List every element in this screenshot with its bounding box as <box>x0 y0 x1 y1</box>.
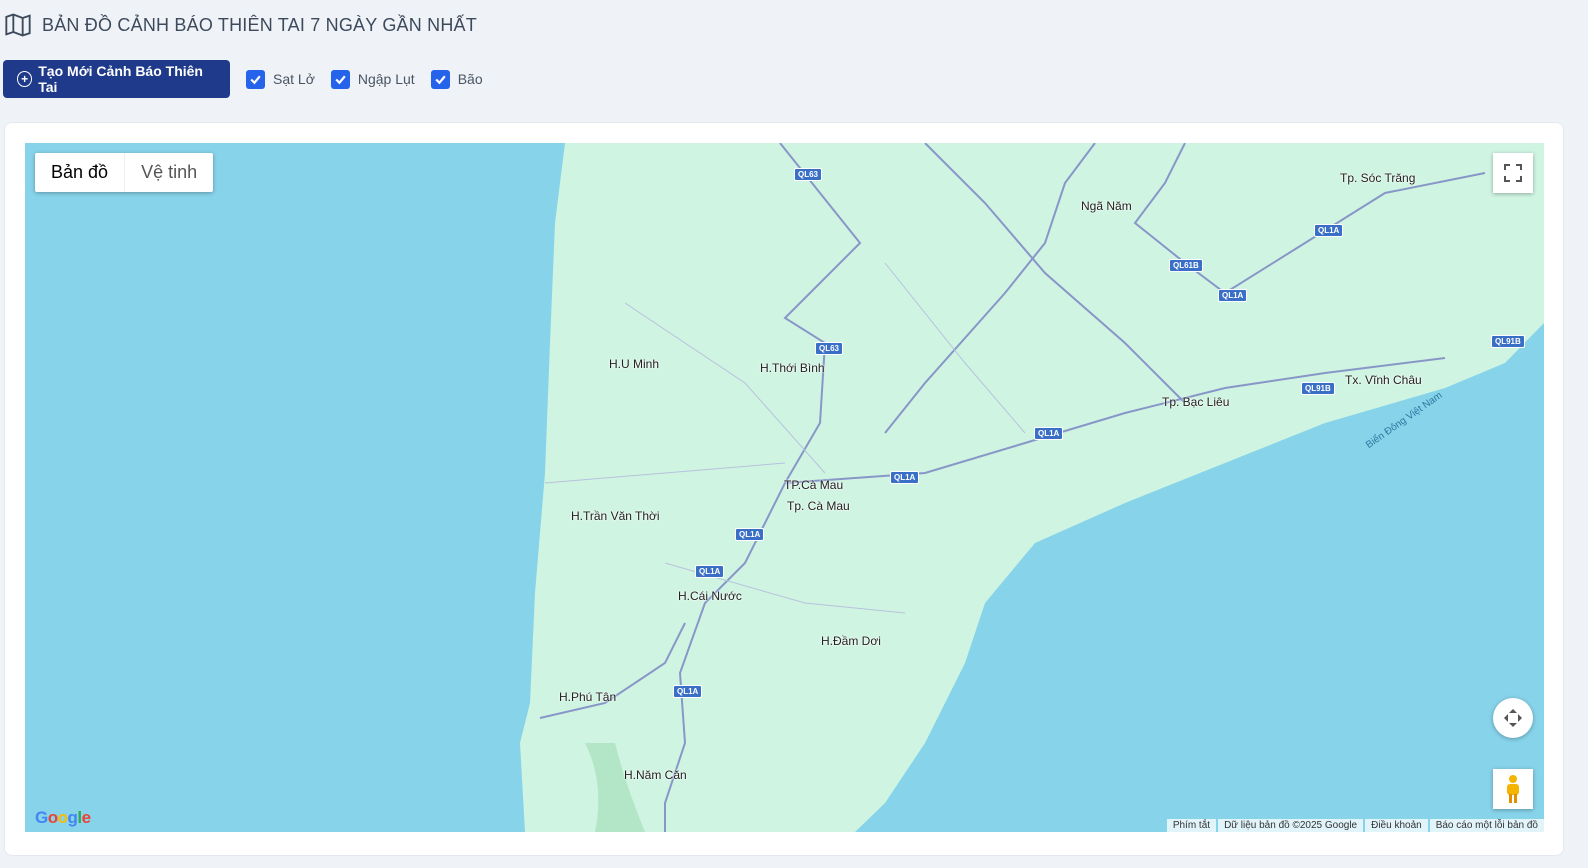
filter-flood-checkbox[interactable]: Ngập Lụt <box>330 69 415 89</box>
place-label: H.Đầm Dơi <box>821 634 881 648</box>
camera-control-icon[interactable] <box>1493 698 1533 738</box>
google-logo: Google <box>35 808 91 827</box>
checkmark-icon <box>330 69 350 89</box>
terms-link[interactable]: Điều khoản <box>1365 819 1428 832</box>
filter-landslide-checkbox[interactable]: Sạt Lở <box>246 69 315 89</box>
place-label: H.Cái Nước <box>678 589 742 603</box>
map-type-roadmap[interactable]: Bản đồ <box>35 153 124 192</box>
road-shield: QL1A <box>695 565 725 578</box>
map-canvas[interactable]: Bản đồ Vệ tinh H.U Minh H.Thới Bình TP.C… <box>25 143 1544 832</box>
road-shield: QL1A <box>1218 289 1248 302</box>
filter-storm-checkbox[interactable]: Bão <box>430 69 483 89</box>
page-header: BẢN ĐỒ CẢNH BÁO THIÊN TAI 7 NGÀY GẦN NHẤ… <box>4 10 477 40</box>
report-error-link[interactable]: Báo cáo một lỗi bản đồ <box>1429 819 1544 832</box>
create-alert-button[interactable]: + Tạo Mới Cảnh Báo Thiên Tai <box>3 60 230 98</box>
road-shield: QL1A <box>1314 224 1344 237</box>
road-shield: QL1A <box>1034 427 1064 440</box>
place-label: H.Trần Văn Thời <box>571 509 660 523</box>
map-icon <box>5 13 31 37</box>
place-label: Tx. Vĩnh Châu <box>1345 373 1422 387</box>
map-footer: Phím tắt Dữ liệu bản đồ ©2025 Google Điề… <box>1165 819 1544 832</box>
place-label: Tp. Bạc Liêu <box>1162 395 1230 409</box>
road-shield: QL1A <box>735 528 765 541</box>
filter-flood-label: Ngập Lụt <box>357 71 415 87</box>
road-shield: QL91B <box>1301 382 1335 395</box>
road-shield: QL1A <box>673 685 703 698</box>
map-type-satellite[interactable]: Vệ tinh <box>124 153 213 192</box>
place-label: Tp. Cà Mau <box>787 499 850 513</box>
filter-storm-label: Bão <box>457 71 483 87</box>
fullscreen-icon[interactable] <box>1493 153 1533 193</box>
filter-landslide-label: Sạt Lở <box>273 71 315 87</box>
place-label: Tp. Sóc Trăng <box>1340 171 1416 185</box>
place-label: Ngã Năm <box>1081 199 1132 213</box>
checkmark-icon <box>246 69 265 89</box>
place-label: H.Thới Bình <box>760 361 825 375</box>
page-title: BẢN ĐỒ CẢNH BÁO THIÊN TAI 7 NGÀY GẦN NHẤ… <box>42 14 477 35</box>
street-view-pegman-icon[interactable] <box>1493 769 1533 809</box>
map-type-control: Bản đồ Vệ tinh <box>35 153 214 192</box>
place-label: H.Phú Tân <box>559 690 617 704</box>
place-label: H.U Minh <box>609 357 660 371</box>
keyboard-shortcuts-link[interactable]: Phím tắt <box>1166 819 1217 832</box>
map-data-attribution: Dữ liệu bản đồ ©2025 Google <box>1218 819 1364 832</box>
road-shield: QL1A <box>890 471 920 484</box>
road-shield: QL91B <box>1491 335 1525 348</box>
road-shield: QL63 <box>815 342 844 355</box>
road-shield: QL63 <box>794 168 823 181</box>
road-shield: QL61B <box>1169 259 1203 272</box>
place-label: TP.Cà Mau <box>784 478 844 492</box>
plus-circle-icon: + <box>17 71 33 87</box>
checkmark-icon <box>430 69 450 89</box>
toolbar: + Tạo Mới Cảnh Báo Thiên Tai Sạt Lở Ngập… <box>3 60 483 98</box>
place-label: H.Năm Căn <box>624 768 687 782</box>
create-alert-label: Tạo Mới Cảnh Báo Thiên Tai <box>38 63 203 95</box>
